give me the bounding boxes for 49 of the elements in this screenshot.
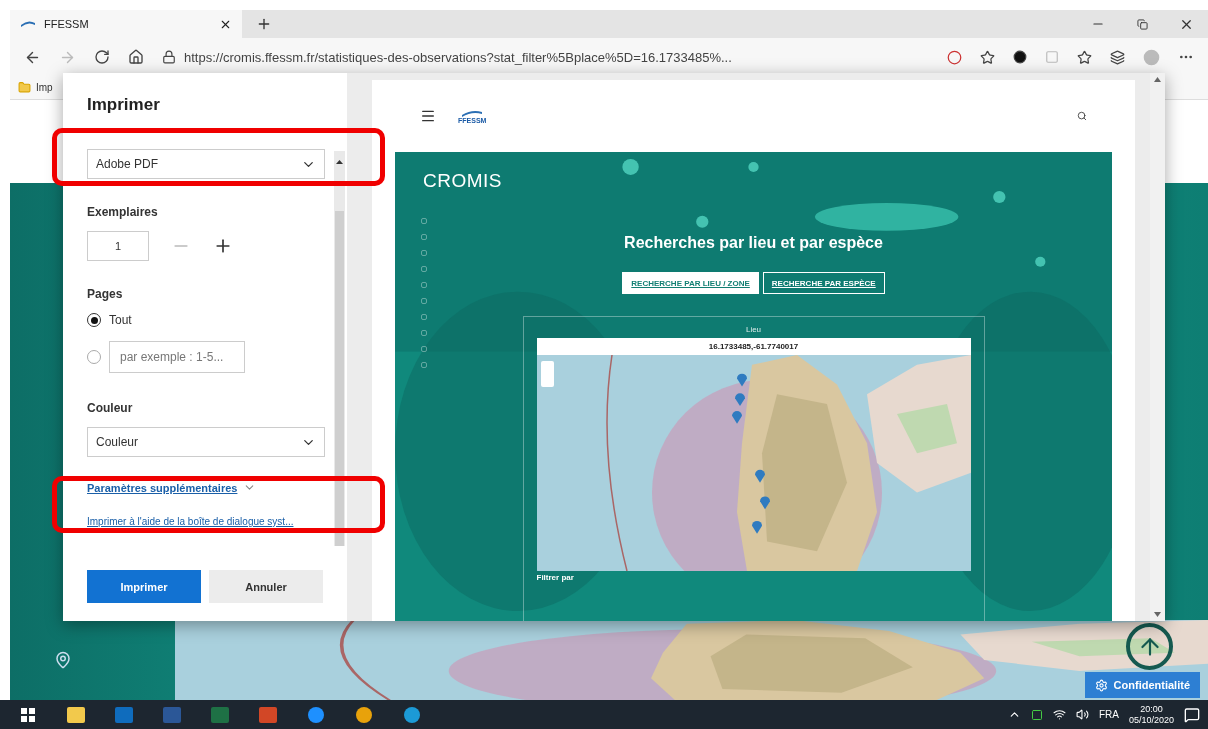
volume-icon[interactable]: [1075, 708, 1089, 721]
privacy-button[interactable]: Confidentialité: [1084, 672, 1200, 698]
pages-label: Pages: [87, 287, 124, 301]
page-range-field[interactable]: par exemple : 1-5...: [109, 341, 245, 373]
option-label[interactable]: Tout: [109, 313, 132, 327]
favorites-list-icon[interactable]: [1077, 49, 1092, 65]
dialog-title: Imprimer: [87, 95, 161, 115]
favorite-icon[interactable]: [980, 49, 995, 65]
printer-select[interactable]: Adobe PDF: [87, 149, 325, 179]
start-icon[interactable]: [21, 707, 35, 722]
folder-icon[interactable]: [67, 706, 85, 723]
preview-scrollbar[interactable]: [1150, 73, 1165, 621]
spreadsheet-app-icon[interactable]: [211, 706, 229, 723]
new-tab-icon[interactable]: [256, 16, 272, 32]
search-icon[interactable]: [1077, 111, 1087, 121]
color-label: Couleur: [87, 401, 134, 415]
folder-icon: [18, 81, 31, 94]
browser-icon[interactable]: [307, 706, 325, 723]
tray-app-icon[interactable]: [1030, 708, 1043, 721]
language-indicator[interactable]: FRA: [1098, 709, 1119, 720]
more-settings-link[interactable]: Paramètres supplémentaires: [87, 481, 257, 494]
copies-field[interactable]: 1: [87, 231, 149, 261]
browser-icon[interactable]: [403, 706, 421, 723]
color-select[interactable]: Couleur: [87, 427, 325, 457]
bookmark-label[interactable]: Imp: [36, 82, 53, 93]
extension-icon[interactable]: [1013, 50, 1027, 64]
wifi-icon[interactable]: [1052, 708, 1066, 721]
copies-label: Exemplaires: [87, 205, 159, 219]
menu-icon[interactable]: [420, 108, 436, 124]
scroll-up-icon[interactable]: [335, 159, 344, 165]
home-icon[interactable]: [128, 49, 144, 65]
clock[interactable]: 20:00 05/10/2020: [1128, 703, 1174, 726]
scroll-down-icon[interactable]: [1154, 612, 1161, 617]
scrollbar-thumb[interactable]: [335, 211, 344, 546]
refresh-icon[interactable]: [94, 49, 110, 65]
restore-icon[interactable]: [1136, 18, 1148, 30]
mail-app-icon[interactable]: [115, 706, 133, 723]
slides-app-icon[interactable]: [259, 706, 277, 723]
collections-icon[interactable]: [1110, 49, 1125, 65]
print-button[interactable]: Imprimer: [87, 570, 201, 603]
browser-tab[interactable]: FFESSM: [10, 10, 242, 38]
cancel-button[interactable]: Annuler: [209, 570, 323, 603]
url-text[interactable]: https://cromis.ffessm.fr/statistiques-des-observations?stat_filter%5Bplace%5D=16.1733485%...: [184, 49, 732, 65]
wave-logo-icon: [20, 19, 36, 29]
notifications-icon[interactable]: [1184, 706, 1200, 723]
map-pin-icon[interactable]: [53, 651, 72, 669]
lock-icon: [162, 50, 176, 64]
system-dialog-link[interactable]: Imprimer à l'aide de la boîte de dialogue syst...: [87, 516, 294, 527]
gear-icon: [1094, 678, 1108, 692]
